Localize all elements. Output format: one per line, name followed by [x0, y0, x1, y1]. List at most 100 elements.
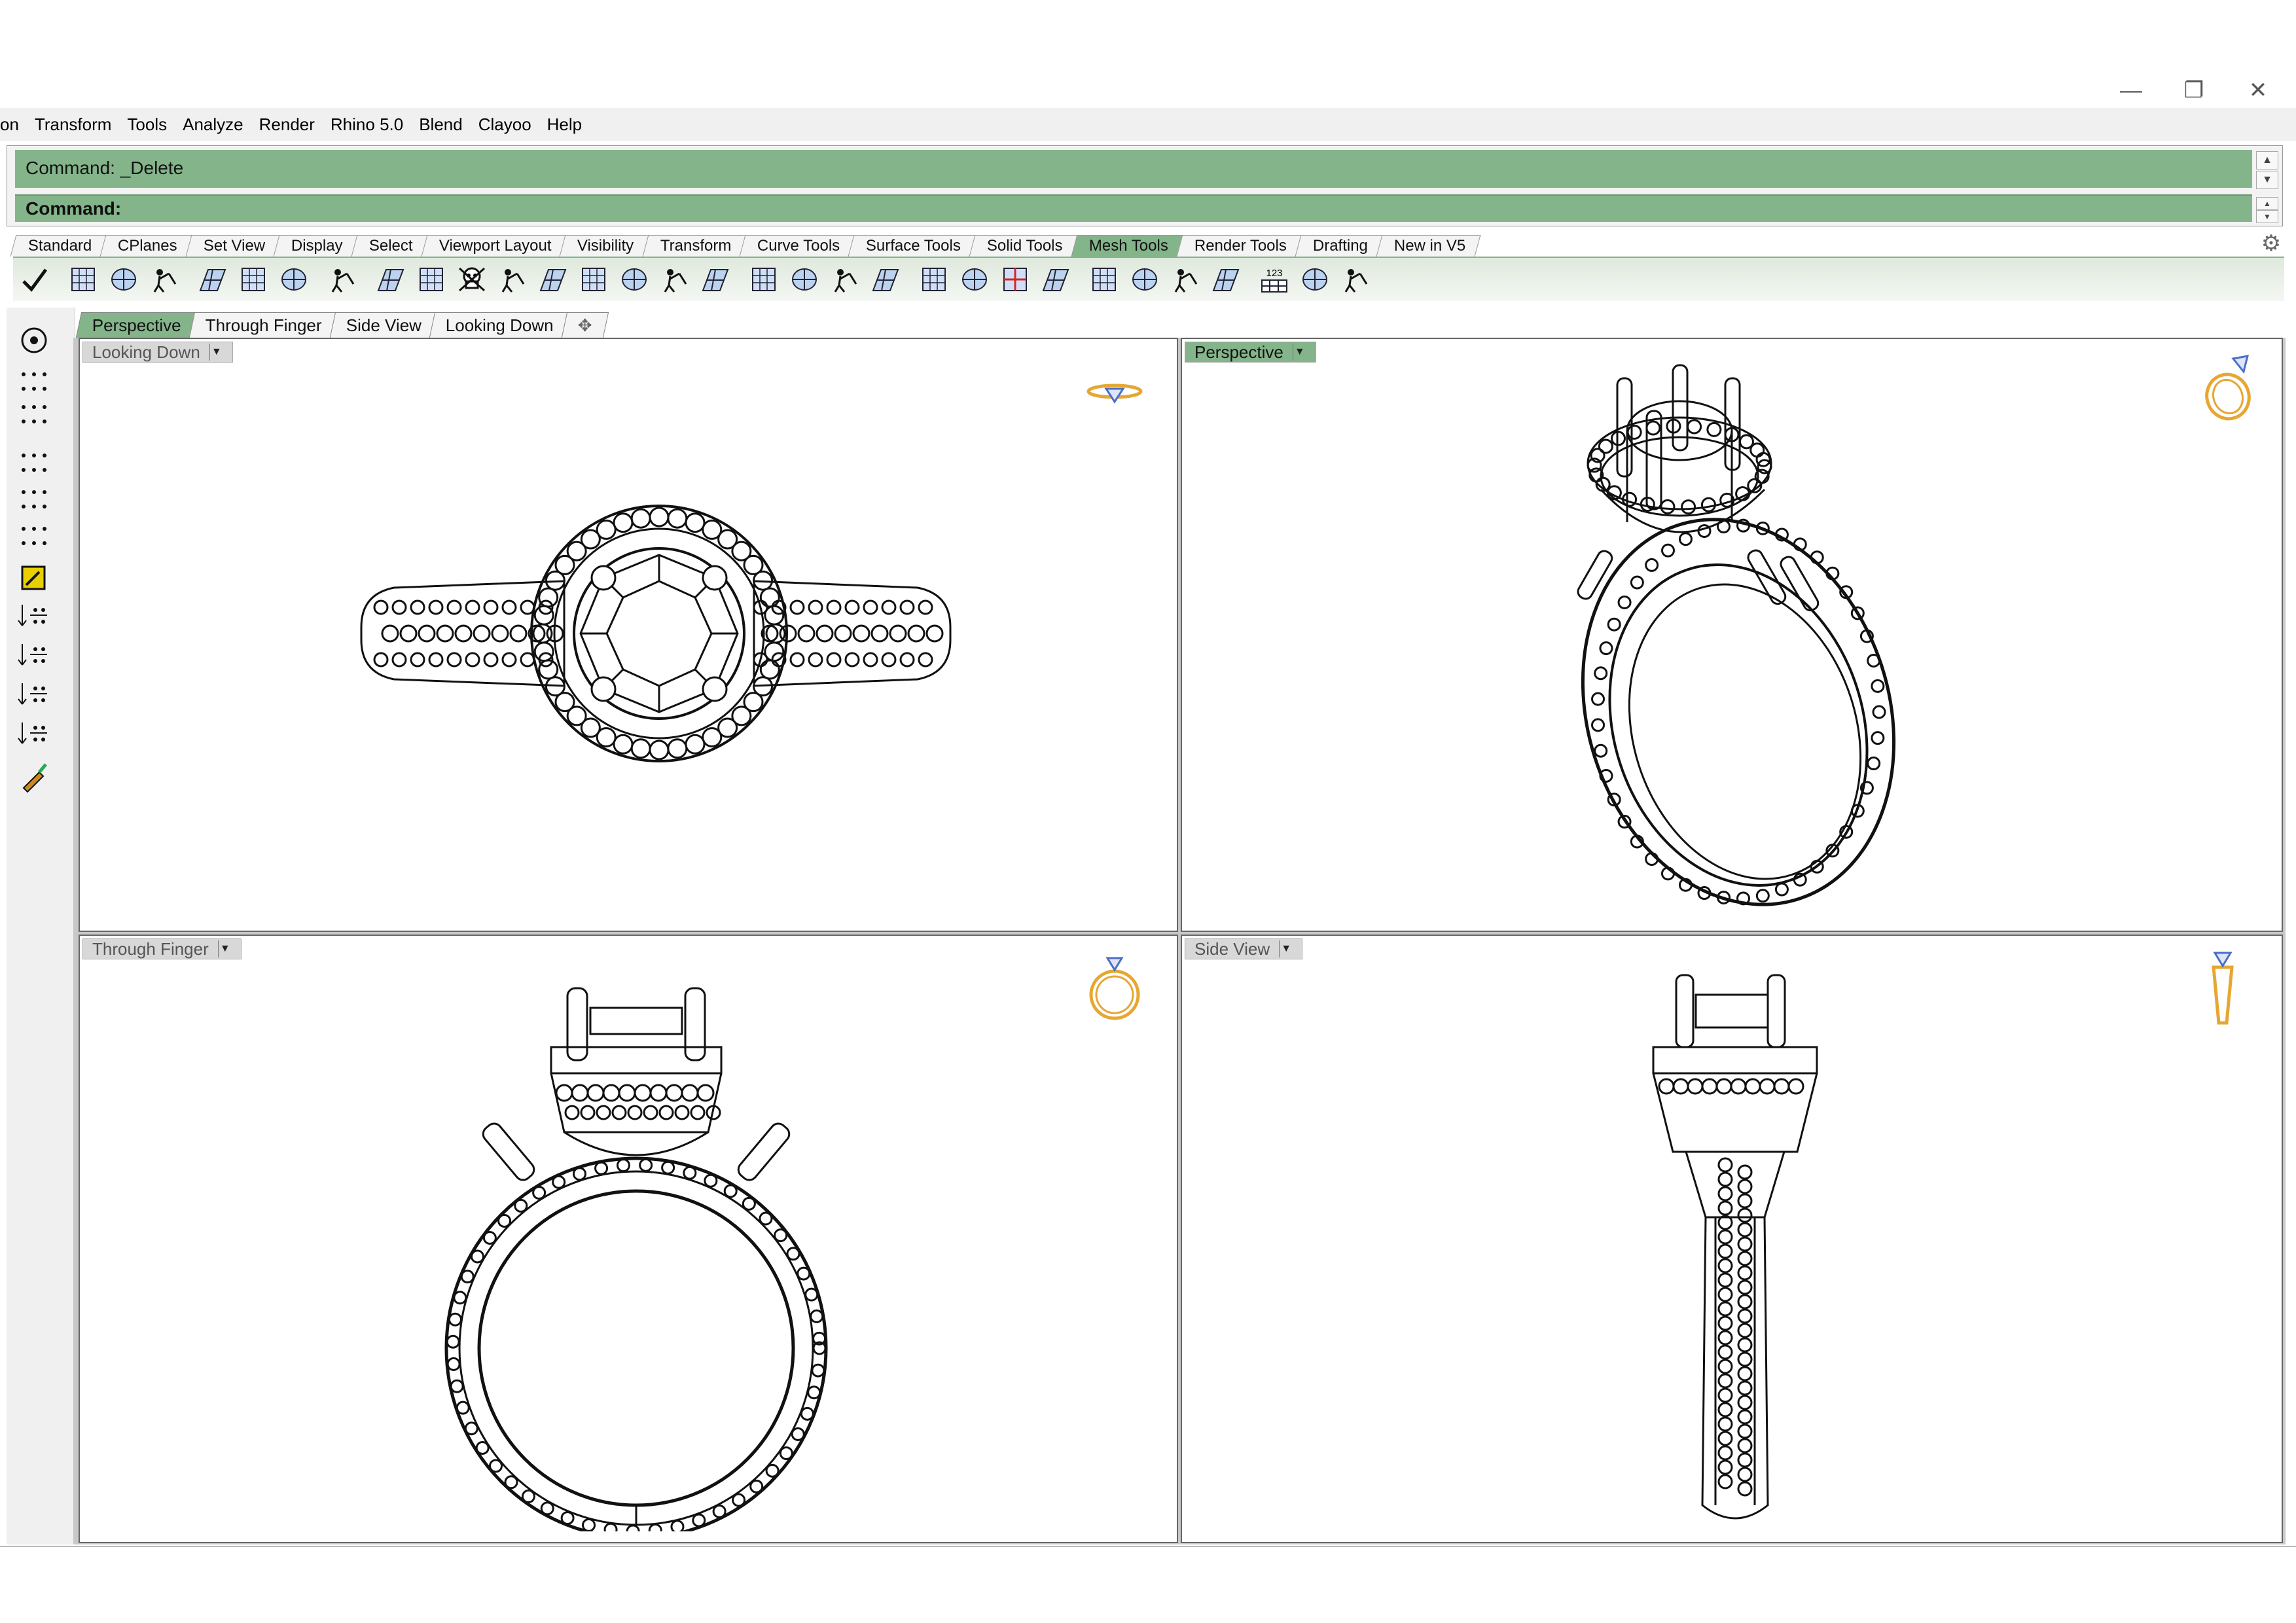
bead-shape [1700, 497, 1716, 512]
uv-arrow-c-icon[interactable] [14, 677, 54, 713]
bead-shape [881, 599, 897, 615]
tab-transform[interactable]: Transform [642, 235, 747, 257]
tab-select[interactable]: Select [351, 235, 429, 257]
tab-visibility[interactable]: Visibility [560, 235, 650, 257]
figure-c-icon[interactable] [326, 263, 359, 296]
tab-drafting[interactable]: Drafting [1295, 235, 1384, 257]
hammer-wrench-icon[interactable] [67, 263, 99, 296]
tab-cplanes[interactable]: CPlanes [99, 235, 193, 257]
point-grid-d-icon[interactable] [14, 482, 54, 518]
skull-icon[interactable] [456, 263, 488, 296]
add-viewport-tab[interactable]: ✥ [561, 312, 609, 338]
viewport-tab-through-finger[interactable]: Through Finger [188, 312, 336, 338]
viewport-label[interactable]: Looking Down ▼ [82, 342, 233, 363]
uv-arrow-d-icon[interactable] [14, 716, 54, 753]
tab-solid-tools[interactable]: Solid Tools [969, 235, 1079, 257]
menu-item-analyze[interactable]: Analyze [183, 115, 243, 135]
chevron-down-icon[interactable]: ▼ [1292, 344, 1306, 361]
mesh-patch-icon[interactable] [415, 263, 448, 296]
viewport-tab-perspective[interactable]: Perspective [75, 312, 195, 338]
menu-item-partial[interactable]: on [0, 115, 19, 135]
mesh-box-icon[interactable] [107, 263, 140, 296]
mesh-extrude-icon[interactable] [1039, 263, 1072, 296]
scroll-down-icon[interactable]: ▼ [2256, 171, 2278, 189]
bead-shape [533, 641, 554, 662]
mesh-cylinder-icon[interactable] [496, 263, 529, 296]
tab-viewport-layout[interactable]: Viewport Layout [421, 235, 567, 257]
figure-a-icon[interactable] [237, 263, 270, 296]
mesh-torus-icon[interactable] [577, 263, 610, 296]
mesh-shell-icon[interactable] [788, 263, 821, 296]
mesh-cube-icon[interactable] [1210, 263, 1242, 296]
viewport-looking-down[interactable]: Looking Down ▼ [79, 338, 1178, 932]
mesh-warning-icon[interactable] [1339, 263, 1372, 296]
viewport-label[interactable]: Perspective ▼ [1185, 342, 1316, 363]
command-input[interactable]: Command: [15, 194, 2252, 222]
spin-down-icon[interactable]: ▼ [2256, 210, 2278, 223]
mesh-select-icon[interactable] [14, 322, 54, 359]
chevron-down-icon[interactable]: ▼ [209, 344, 223, 361]
mesh-grid-b-icon[interactable] [1128, 263, 1161, 296]
uv-arrow-b-icon[interactable] [14, 637, 54, 674]
mesh-split-icon[interactable] [869, 263, 902, 296]
bead-shape [1591, 692, 1605, 706]
tab-surface-tools[interactable]: Surface Tools [848, 235, 977, 257]
bead-shape [1737, 1279, 1753, 1295]
tab-display[interactable]: Display [273, 235, 359, 257]
uv-arrow-a-icon[interactable] [14, 598, 54, 635]
viewport-perspective[interactable]: Perspective ▼ [1181, 338, 2283, 932]
point-grid-b-icon[interactable] [14, 397, 54, 433]
point-grid-c-icon[interactable] [14, 445, 54, 482]
menu-item-render[interactable]: Render [259, 115, 315, 135]
chevron-down-icon[interactable]: ▼ [1279, 940, 1293, 957]
menu-item-help[interactable]: Help [547, 115, 582, 135]
mesh-weld-icon[interactable] [618, 263, 651, 296]
mesh-edit-icon[interactable] [14, 559, 54, 596]
mesh-red-icon[interactable] [999, 263, 1031, 296]
tab-mesh-tools[interactable]: Mesh Tools [1071, 235, 1184, 257]
check-icon[interactable] [18, 263, 51, 296]
mesh-123-icon[interactable]: 123 [1258, 263, 1291, 296]
mesh-plane-c-icon[interactable] [747, 263, 780, 296]
bead-shape [1717, 1157, 1733, 1173]
mesh-join-icon[interactable] [829, 263, 861, 296]
mesh-grid-c-icon[interactable] [1169, 263, 1202, 296]
mesh-repair-icon[interactable] [1299, 263, 1331, 296]
viewport-label[interactable]: Side View ▼ [1185, 938, 1303, 959]
point-grid-a-icon[interactable] [14, 364, 54, 401]
tab-set-view[interactable]: Set View [185, 235, 281, 257]
restore-button[interactable]: ❐ [2168, 77, 2220, 103]
chevron-down-icon[interactable]: ▼ [217, 940, 232, 957]
menu-item-transform[interactable]: Transform [35, 115, 112, 135]
mesh-grid-icon[interactable] [196, 263, 229, 296]
mesh-cut-icon[interactable] [537, 263, 569, 296]
close-button[interactable]: ✕ [2232, 77, 2284, 103]
mesh-plane-b-icon[interactable] [699, 263, 732, 296]
minimize-button[interactable]: — [2105, 77, 2157, 103]
scroll-up-icon[interactable]: ▲ [2256, 151, 2278, 169]
viewport-side-view[interactable]: Side View ▼ [1181, 935, 2283, 1543]
tab-standard[interactable]: Standard [10, 235, 107, 257]
mesh-knife-icon[interactable] [958, 263, 991, 296]
gear-icon[interactable]: ⚙ [2259, 232, 2283, 255]
viewport-label[interactable]: Through Finger ▼ [82, 938, 242, 959]
spin-up-icon[interactable]: ▲ [2256, 197, 2278, 210]
mesh-select-icon[interactable] [1088, 263, 1121, 296]
mesh-plane-a-icon[interactable] [658, 263, 691, 296]
menu-item-blend[interactable]: Blend [419, 115, 463, 135]
menu-item-clayoo[interactable]: Clayoo [478, 115, 531, 135]
viewport-tab-side-view[interactable]: Side View [329, 312, 435, 338]
viewport-through-finger[interactable]: Through Finger ▼ [79, 935, 1178, 1543]
viewport-tab-looking-down[interactable]: Looking Down [429, 312, 567, 338]
mesh-cup-icon[interactable] [374, 263, 407, 296]
brush-icon[interactable] [14, 759, 54, 796]
tab-new-in-v5[interactable]: New in V5 [1376, 235, 1481, 257]
tab-curve-tools[interactable]: Curve Tools [739, 235, 855, 257]
figure-b-icon[interactable] [278, 263, 310, 296]
mesh-trim-icon[interactable] [918, 263, 950, 296]
menu-item-rhino[interactable]: Rhino 5.0 [331, 115, 403, 135]
tab-render-tools[interactable]: Render Tools [1176, 235, 1302, 257]
mesh-sphere-icon[interactable] [148, 263, 181, 296]
point-grid-e-icon[interactable] [14, 518, 54, 555]
menu-item-tools[interactable]: Tools [127, 115, 167, 135]
